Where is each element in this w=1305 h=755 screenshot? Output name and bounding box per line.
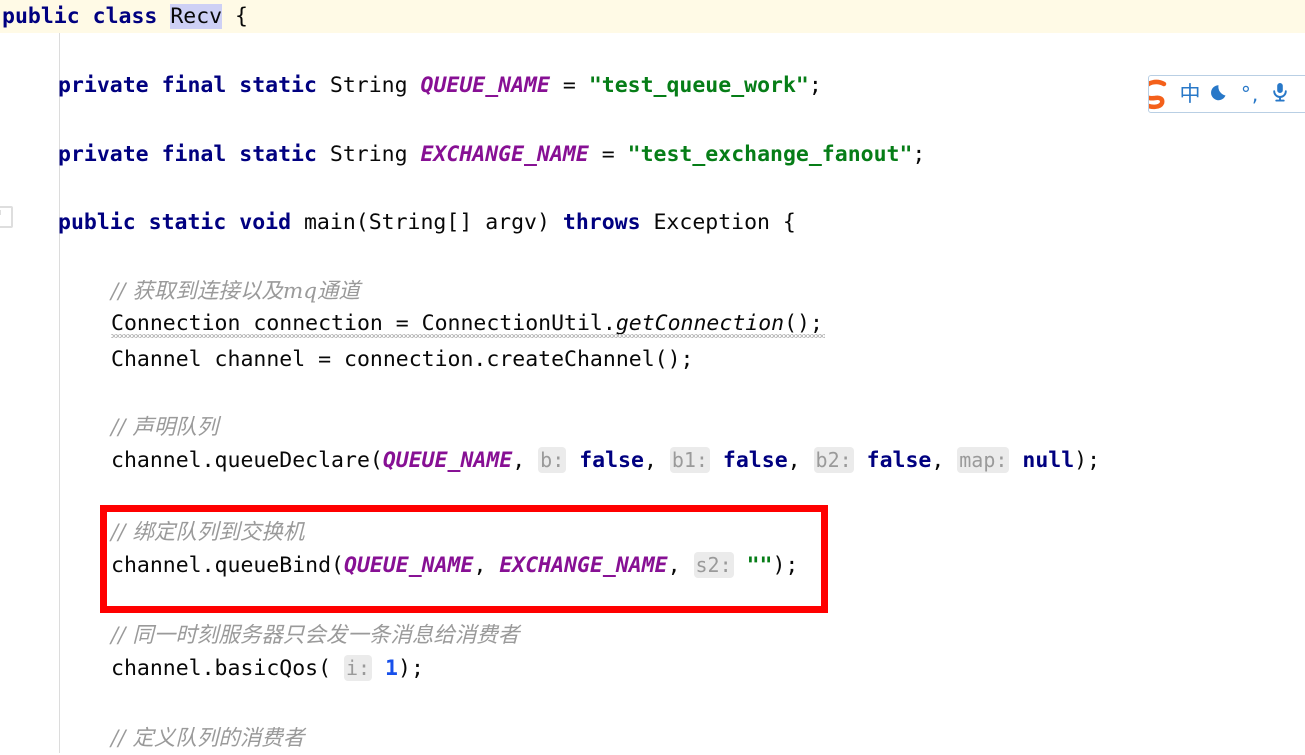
microphone-icon [1270, 81, 1290, 107]
string-queue-value[interactable]: "test_queue_work" [589, 73, 809, 98]
chinese-mode-label: 中 [1179, 81, 1201, 106]
class-name-recv[interactable]: Recv [170, 4, 223, 29]
value-false-2: false [722, 448, 788, 473]
keyword-void: void [239, 210, 292, 235]
comment-get-connection: // 获取到连接以及mq通道 [111, 279, 360, 304]
code-line-main-method[interactable]: public static void main(String[] argv) t… [58, 206, 796, 239]
arg-queue-name[interactable]: QUEUE_NAME [344, 553, 473, 578]
operator-assign: = [601, 142, 615, 167]
ime-moon-mode-button[interactable] [1205, 76, 1235, 112]
code-line-basic-qos[interactable]: channel.basicQos( i: 1); [111, 652, 424, 685]
keyword-static: static [239, 142, 317, 167]
exception-type: Exception { [640, 210, 796, 235]
comma: , [643, 448, 670, 473]
code-line-queue-declare[interactable]: channel.queueDeclare(QUEUE_NAME, b: fals… [111, 444, 1100, 477]
code-line-queue-bind[interactable]: channel.queueBind(QUEUE_NAME, EXCHANGE_N… [111, 549, 798, 582]
keyword-static: static [148, 210, 227, 235]
queue-declare-prefix: channel.queueDeclare( [111, 448, 383, 473]
type-string: String [329, 73, 408, 98]
keyword-class: class [92, 4, 158, 29]
keyword-static: static [239, 73, 317, 98]
queue-declare-suffix: ); [1074, 448, 1101, 473]
arg-exchange-name[interactable]: EXCHANGE_NAME [499, 553, 667, 578]
comment-bind-queue: // 绑定队列到交换机 [111, 520, 305, 545]
semicolon: ; [808, 73, 822, 98]
constant-exchange-name[interactable]: EXCHANGE_NAME [421, 142, 589, 167]
basic-qos-prefix: channel.basicQos( [111, 656, 344, 681]
keyword-public: public [58, 210, 136, 235]
comment-basic-qos: // 同一时刻服务器只会发一条消息给消费者 [111, 623, 520, 648]
moon-icon [1210, 82, 1230, 106]
comment-define-consumer: // 定义队列的消费者 [111, 726, 305, 751]
value-false-3: false [866, 448, 932, 473]
method-signature-main[interactable]: main(String[] argv) [304, 210, 563, 235]
queue-bind-prefix: channel.queueBind( [111, 553, 344, 578]
inlay-hint-b1: b1: [669, 447, 710, 473]
code-line-class-decl[interactable]: public class Recv { [2, 0, 248, 33]
gutter-fold-marker[interactable] [0, 206, 13, 228]
keyword-private: private [58, 142, 149, 167]
ime-language-mode-button[interactable]: 中 [1175, 76, 1205, 112]
inlay-hint-b: b: [538, 447, 567, 473]
value-empty-string[interactable]: "" [747, 553, 773, 578]
code-line-channel-init[interactable]: Channel channel = connection.createChann… [111, 343, 693, 376]
keyword-private: private [58, 73, 149, 98]
connection-assign-prefix: Connection connection = ConnectionUtil. [111, 311, 616, 336]
arg-queue-name[interactable]: QUEUE_NAME [383, 448, 512, 473]
basic-qos-suffix: ); [398, 656, 424, 681]
punctuation-icon: °, [1240, 82, 1260, 106]
keyword-public: public [2, 4, 80, 29]
comma: , [787, 448, 814, 473]
inlay-hint-s2: s2: [693, 552, 734, 578]
code-line-exchange-name-field[interactable]: private final static String EXCHANGE_NAM… [58, 138, 925, 171]
inlay-hint-b2: b2: [813, 447, 854, 473]
method-get-connection[interactable]: getConnection [616, 311, 784, 336]
keyword-throws: throws [562, 210, 641, 235]
value-false-1: false [579, 448, 644, 473]
type-string: String [329, 142, 408, 167]
comma: , [473, 553, 500, 578]
ime-voice-input-button[interactable] [1265, 76, 1295, 112]
brace-open: { [235, 4, 248, 29]
ime-toolbar[interactable]: 中 °, [1148, 75, 1305, 113]
queue-bind-suffix: ); [772, 553, 799, 578]
sogou-logo-icon[interactable] [1149, 76, 1175, 112]
comma: , [512, 448, 539, 473]
comma: , [667, 553, 694, 578]
connection-assign-suffix: (); [784, 311, 823, 336]
keyword-final: final [161, 73, 227, 98]
inlay-hint-map: map: [957, 447, 1010, 473]
weak-warning-squiggle [111, 334, 825, 338]
value-prefetch-count: 1 [385, 656, 398, 681]
string-exchange-value[interactable]: "test_exchange_fanout" [628, 142, 913, 167]
code-line-queue-name-field[interactable]: private final static String QUEUE_NAME =… [58, 69, 822, 102]
comment-declare-queue: // 声明队列 [111, 415, 219, 440]
value-null: null [1022, 448, 1075, 473]
inlay-hint-i: i: [344, 655, 373, 681]
code-editor[interactable]: public class Recv { private final static… [0, 0, 1305, 753]
ime-punctuation-mode-button[interactable]: °, [1235, 76, 1265, 112]
operator-assign: = [562, 73, 576, 98]
constant-queue-name[interactable]: QUEUE_NAME [421, 73, 550, 98]
comma: , [931, 448, 958, 473]
semicolon: ; [912, 142, 926, 167]
keyword-final: final [161, 142, 227, 167]
